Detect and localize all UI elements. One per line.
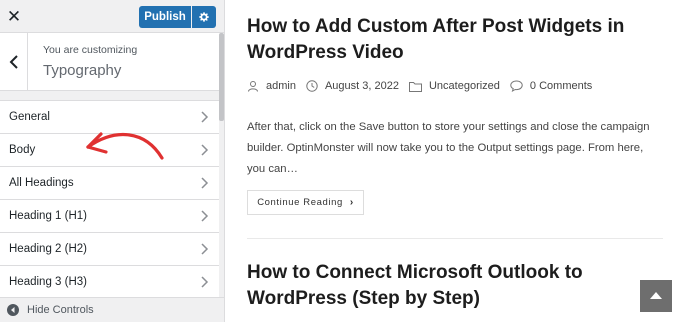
meta-date: August 3, 2022 xyxy=(306,80,399,92)
hide-controls-label: Hide Controls xyxy=(27,304,94,316)
customizer-sidebar: ✕ Publish You are customizing Typography… xyxy=(0,0,225,322)
close-icon: ✕ xyxy=(6,6,22,26)
comment-icon xyxy=(510,80,523,92)
customizer-topbar: ✕ Publish xyxy=(0,0,224,33)
typography-menu: General Body All Headings Heading 1 (H1)… xyxy=(0,100,219,298)
menu-item-label: All Headings xyxy=(9,177,74,189)
folder-icon xyxy=(408,81,422,92)
site-preview: How to Add Custom After Post Widgets in … xyxy=(226,0,680,322)
menu-item-heading-3[interactable]: Heading 3 (H3) xyxy=(0,265,219,298)
chevron-right-icon: › xyxy=(349,197,354,208)
post-title-line: WordPress Video xyxy=(247,42,404,63)
publish-group: Publish xyxy=(139,6,216,28)
hide-controls-button[interactable]: Hide Controls xyxy=(0,297,224,322)
chevron-right-icon xyxy=(201,177,209,189)
author-name: admin xyxy=(266,80,296,92)
post-meta: admin August 3, 2022 Uncategorized 0 Com… xyxy=(247,80,602,92)
post-divider xyxy=(247,238,663,239)
menu-item-general[interactable]: General xyxy=(0,100,219,133)
menu-item-label: Heading 3 (H3) xyxy=(9,275,87,288)
post-title-line: How to Add Custom After Post Widgets in xyxy=(247,16,625,37)
post-title-line: How to Connect Microsoft Outlook to xyxy=(247,262,583,283)
back-button[interactable] xyxy=(0,33,28,91)
menu-item-heading-2[interactable]: Heading 2 (H2) xyxy=(0,232,219,265)
continue-reading-label: Continue Reading xyxy=(257,197,343,208)
continue-reading-button[interactable]: Continue Reading › xyxy=(247,190,364,215)
menu-item-body[interactable]: Body xyxy=(0,133,219,166)
user-icon xyxy=(248,81,258,92)
section-header: You are customizing Typography xyxy=(0,33,224,91)
meta-comments[interactable]: 0 Comments xyxy=(510,80,592,92)
close-customizer-button[interactable]: ✕ xyxy=(0,0,28,33)
menu-item-label: General xyxy=(9,111,50,123)
clock-icon xyxy=(306,80,318,92)
sidebar-scrollbar[interactable] xyxy=(219,33,224,121)
back-chevron-icon xyxy=(9,55,18,69)
chevron-right-icon xyxy=(201,276,209,288)
post-title-line: WordPress (Step by Step) xyxy=(247,288,480,309)
chevron-right-icon xyxy=(201,111,209,123)
post-title[interactable]: How to Add Custom After Post Widgets in … xyxy=(247,14,667,66)
collapse-icon xyxy=(7,304,19,316)
chevron-right-icon xyxy=(201,210,209,222)
post-title[interactable]: How to Connect Microsoft Outlook to Word… xyxy=(247,260,667,312)
menu-item-all-headings[interactable]: All Headings xyxy=(0,166,219,199)
section-title: Typography xyxy=(43,62,122,79)
menu-item-label: Heading 2 (H2) xyxy=(9,243,87,255)
arrow-up-icon xyxy=(650,292,662,299)
gear-icon xyxy=(199,12,209,22)
publish-settings-button[interactable] xyxy=(192,6,216,28)
chevron-right-icon xyxy=(201,243,209,255)
scroll-to-top-button[interactable] xyxy=(640,280,672,312)
category-name: Uncategorized xyxy=(428,80,500,92)
menu-item-label: Body xyxy=(9,144,36,156)
chevron-right-icon xyxy=(201,144,209,156)
post-excerpt: After that, click on the Save button to … xyxy=(247,121,650,175)
customizing-label: You are customizing xyxy=(43,44,138,56)
menu-item-heading-1[interactable]: Heading 1 (H1) xyxy=(0,199,219,232)
comment-count: 0 Comments xyxy=(529,80,593,92)
menu-item-label: Heading 1 (H1) xyxy=(9,210,87,222)
meta-author[interactable]: admin xyxy=(247,80,296,92)
post-date: August 3, 2022 xyxy=(324,80,399,92)
meta-category[interactable]: Uncategorized xyxy=(408,80,500,92)
publish-button[interactable]: Publish xyxy=(139,6,191,28)
